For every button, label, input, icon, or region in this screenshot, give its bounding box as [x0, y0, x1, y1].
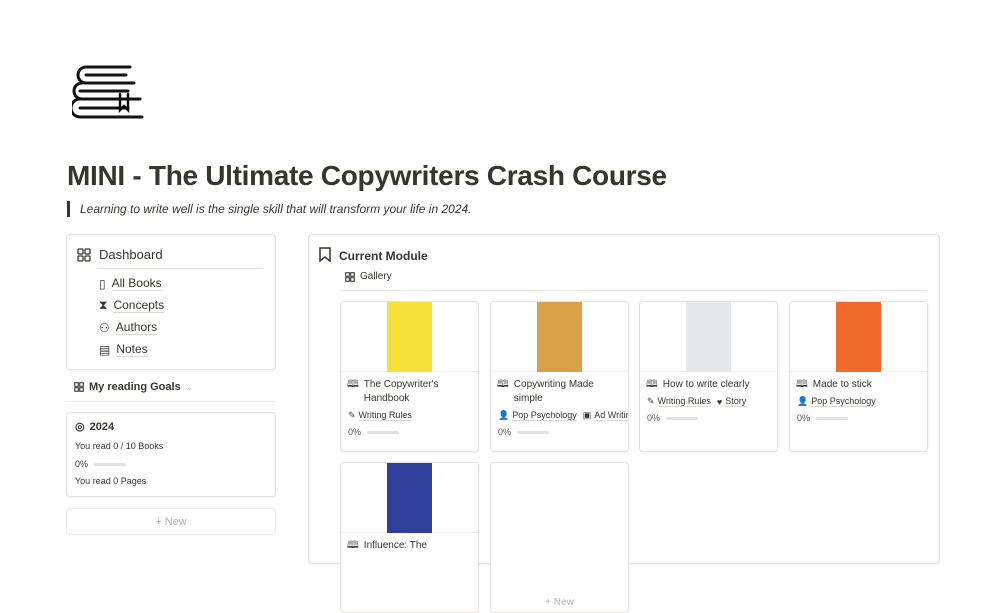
nav-concepts[interactable]: ⧗ Concepts — [99, 298, 165, 313]
new-card-button[interactable]: + New — [490, 462, 629, 613]
tag-label: Writing Rules — [657, 396, 711, 407]
book-cover — [836, 302, 881, 372]
progress-bar — [816, 417, 849, 421]
nav-all-books[interactable]: ▯ All Books — [99, 276, 162, 291]
dashboard-heading: Dashboard — [77, 247, 163, 262]
book-title: Copywriting Made simple — [513, 379, 594, 404]
book-title: Made to stick — [812, 379, 872, 390]
module-heading: Current Module — [319, 247, 428, 265]
open-book-icon: 🕮 — [796, 379, 808, 390]
open-book-icon: 🕮 — [497, 379, 509, 390]
heart-icon: ♥ — [716, 396, 723, 407]
image-icon: ▣ — [582, 410, 592, 420]
book-card[interactable]: 🕮 How to write clearly ✎ Writing Rules ♥ Sto… — [639, 301, 778, 452]
nav-label: Authors — [115, 320, 158, 335]
book-cover — [387, 463, 432, 533]
tag-label: Writing Rules — [358, 410, 412, 421]
progress-label: 0% — [797, 413, 811, 423]
progress-label: 0% — [647, 413, 661, 423]
dna-icon: ⧗ — [99, 298, 108, 312]
tag-label: Ad Writing — [594, 410, 628, 421]
tag[interactable]: ♥ Story — [716, 396, 747, 407]
bookmark-icon — [319, 247, 331, 265]
people-icon: ⚇ — [99, 320, 110, 335]
book-progress: 0% — [790, 407, 927, 423]
progress-label: 0% — [348, 427, 362, 437]
nav-label: Concepts — [113, 298, 165, 313]
chevron-down-icon: ⌄ — [185, 381, 194, 392]
book-progress: 0% — [640, 407, 777, 423]
goal-progress: 0% — [75, 459, 127, 469]
progress-bar — [517, 431, 550, 435]
page-title: MINI - The Ultimate Copywriters Crash Co… — [67, 160, 667, 191]
gallery-label: Gallery — [360, 271, 392, 282]
tag-label: Pop Psychology — [512, 410, 577, 421]
goal-card[interactable]: ◎ 2024 You read 0 / 10 Books 0% You read … — [66, 412, 276, 497]
tag[interactable]: ✎ Writing Rules — [348, 410, 412, 421]
book-cover — [387, 302, 432, 372]
book-progress: 0% — [491, 421, 628, 437]
tag[interactable]: ▣Ad Writing — [582, 410, 628, 421]
book-cover — [537, 302, 582, 372]
open-book-icon: 🕮 — [347, 540, 359, 551]
book-title: How to write clearly — [662, 379, 750, 390]
grid-icon — [345, 271, 355, 282]
tag-label: Pop Psychology — [811, 396, 876, 407]
progress-bar — [94, 463, 127, 467]
gallery-view-tab[interactable]: Gallery — [345, 271, 392, 282]
book-card[interactable]: 🕮 Copywriting Made simple 👤 Pop Psychology… — [490, 301, 629, 452]
books-stack-icon — [72, 65, 144, 119]
book-cover — [686, 302, 731, 372]
goal-year: 2024 — [89, 420, 115, 433]
open-book-icon: 🕮 — [347, 379, 359, 390]
book-card[interactable]: 🕮 Made to stick 👤 Pop Psychology 0% — [789, 301, 928, 452]
tag[interactable]: ✎ Writing Rules — [647, 396, 711, 407]
dashboard-panel: Dashboard ▯ All Books ⧗ Concepts ⚇ Authors … — [66, 234, 276, 370]
book-card[interactable]: 🕮 The Copywriter's Handbook ✎ Writing Rule… — [340, 301, 479, 452]
book-card[interactable]: 🕮 Influence: The — [340, 462, 479, 613]
book-icon: ▯ — [99, 276, 106, 291]
nav-notes[interactable]: ▤ Notes — [99, 342, 148, 357]
current-module-panel: Current Module Gallery 🕮 The Copywriter's… — [308, 234, 940, 613]
progress-label: 0% — [498, 427, 512, 437]
new-goal-button[interactable]: + New — [66, 508, 276, 535]
pencil-icon: ✎ — [647, 396, 655, 406]
target-icon: ◎ — [75, 421, 85, 433]
grid-icon — [74, 382, 84, 392]
divider — [66, 401, 276, 402]
progress-bar — [666, 417, 699, 421]
tag[interactable]: 👤 Pop Psychology — [797, 396, 876, 407]
divider — [97, 268, 263, 269]
page-quote: Learning to write well is the single ski… — [67, 201, 472, 217]
nav-label: All Books — [111, 276, 162, 291]
dashboard-title: Dashboard — [99, 247, 163, 262]
book-title: Influence: The — [363, 540, 427, 551]
tag-label: Story — [725, 396, 747, 407]
books-read: You read 0 / 10 Books — [75, 441, 164, 451]
book-progress: 0% — [341, 421, 478, 437]
book-title: The Copywriter's Handbook — [363, 379, 439, 404]
notes-icon: ▤ — [99, 342, 111, 357]
pages-read: You read 0 Pages — [75, 476, 147, 486]
nav-authors[interactable]: ⚇ Authors — [99, 320, 158, 335]
pencil-icon: ✎ — [348, 410, 356, 420]
tag[interactable]: 👤 Pop Psychology — [498, 410, 577, 421]
goals-view-label: My reading Goals — [89, 381, 181, 393]
open-book-icon: 🕮 — [646, 379, 658, 390]
grid-icon — [77, 247, 91, 262]
person-icon: 👤 — [797, 396, 809, 406]
nav-label: Notes — [116, 342, 148, 357]
divider — [339, 290, 927, 291]
goals-view-tab[interactable]: My reading Goals ⌄ — [74, 381, 193, 393]
progress-label: 0% — [75, 459, 89, 469]
module-title: Current Module — [339, 249, 428, 263]
progress-bar — [367, 431, 400, 435]
person-icon: 👤 — [498, 410, 510, 420]
